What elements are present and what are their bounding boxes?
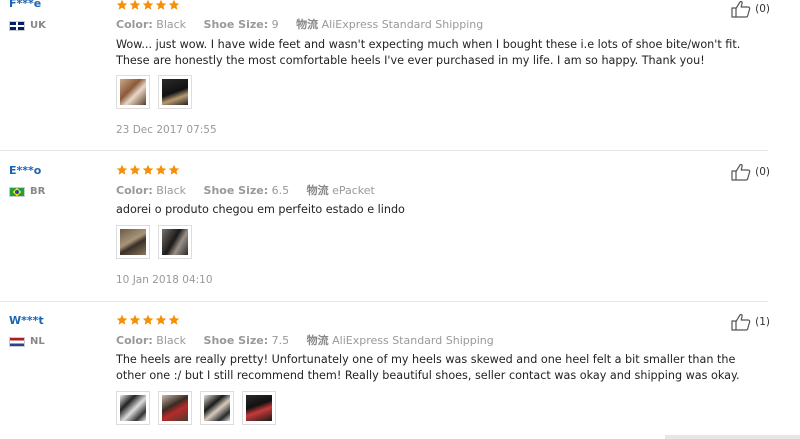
color-value: Black [156, 18, 187, 31]
reviewer-name[interactable]: E***o [9, 164, 41, 177]
star-rating [116, 314, 180, 327]
logistics-label: 物流 [306, 334, 329, 347]
br-flag-icon [9, 186, 25, 197]
star-icon [129, 164, 141, 175]
star-icon [116, 0, 128, 10]
review-date: 23 Dec 2017 07:55 [116, 124, 217, 136]
star-icon [168, 0, 180, 10]
star-icon [155, 0, 167, 10]
review-photo[interactable] [200, 391, 234, 425]
review-photos [116, 225, 192, 259]
thumbs-up-icon [731, 0, 751, 18]
star-icon [116, 164, 128, 175]
helpful-count: (1) [755, 316, 770, 328]
country-code: BR [30, 186, 46, 197]
review-item: E***o BR Color: Black Shoe Size: 6.5 物流 … [0, 151, 770, 301]
color-value: Black [156, 334, 187, 347]
star-icon [129, 0, 141, 10]
reviewer-name[interactable]: F***e [9, 0, 41, 10]
review-item: F***e UK Color: Black Shoe Size: 9 物流 Al… [0, 0, 770, 150]
thumbs-up-icon [731, 313, 751, 331]
shoe-size-label: Shoe Size: [203, 184, 269, 197]
color-label: Color: [116, 18, 153, 31]
order-attributes: Color: Black Shoe Size: 7.5 物流 AliExpres… [116, 332, 494, 348]
helpful-button[interactable]: (0) [731, 163, 770, 181]
shoe-size-label: Shoe Size: [203, 334, 269, 347]
thumbs-up-icon [731, 163, 751, 181]
country-code: UK [30, 20, 46, 31]
reviewer-name[interactable]: W***t [9, 314, 44, 327]
review-photo[interactable] [158, 391, 192, 425]
review-item: W***t NL Color: Black Shoe Size: 7.5 物流 … [0, 302, 770, 439]
country-code: NL [30, 336, 45, 347]
reviewer-country: UK [9, 20, 46, 31]
review-text: The heels are really pretty! Unfortunate… [116, 353, 740, 382]
color-value: Black [156, 184, 187, 197]
uk-flag-icon [9, 20, 25, 31]
color-label: Color: [116, 334, 153, 347]
star-icon [155, 314, 167, 325]
order-attributes: Color: Black Shoe Size: 6.5 物流 ePacket [116, 182, 375, 198]
reviewer-country: NL [9, 336, 45, 347]
review-photo[interactable] [116, 75, 150, 109]
shoe-size-value: 7.5 [271, 334, 290, 347]
review-text: Wow... just wow. I have wide feet and wa… [116, 38, 741, 67]
review-photo[interactable] [116, 391, 150, 425]
star-icon [155, 164, 167, 175]
logistics-label: 物流 [296, 18, 319, 31]
star-rating [116, 0, 180, 12]
shipping-method: ePacket [332, 184, 375, 197]
order-attributes: Color: Black Shoe Size: 9 物流 AliExpress … [116, 16, 483, 32]
shoe-size-label: Shoe Size: [203, 18, 269, 31]
star-icon [142, 164, 154, 175]
review-photo[interactable] [242, 391, 276, 425]
review-date: 10 Jan 2018 04:10 [116, 274, 213, 286]
star-icon [142, 0, 154, 10]
review-photo[interactable] [158, 225, 192, 259]
color-label: Color: [116, 184, 153, 197]
star-icon [168, 314, 180, 325]
star-icon [116, 314, 128, 325]
star-icon [168, 164, 180, 175]
helpful-button[interactable]: (1) [731, 313, 770, 331]
shoe-size-value: 6.5 [271, 184, 290, 197]
helpful-count: (0) [755, 166, 770, 178]
star-icon [129, 314, 141, 325]
review-photos [116, 75, 192, 109]
review-photos [116, 391, 276, 425]
review-photo[interactable] [116, 225, 150, 259]
star-icon [142, 314, 154, 325]
reviewer-country: BR [9, 186, 45, 197]
logistics-label: 物流 [306, 184, 329, 197]
star-rating [116, 164, 180, 177]
helpful-count: (0) [755, 3, 770, 15]
review-photo[interactable] [158, 75, 192, 109]
shoe-size-value: 9 [271, 18, 279, 31]
shipping-method: AliExpress Standard Shipping [321, 18, 484, 31]
nl-flag-icon [9, 336, 25, 347]
horizontal-scrollbar[interactable] [665, 435, 800, 439]
shipping-method: AliExpress Standard Shipping [332, 334, 494, 347]
review-text: adorei o produto chegou em perfeito esta… [116, 203, 405, 216]
helpful-button[interactable]: (0) [731, 0, 770, 18]
